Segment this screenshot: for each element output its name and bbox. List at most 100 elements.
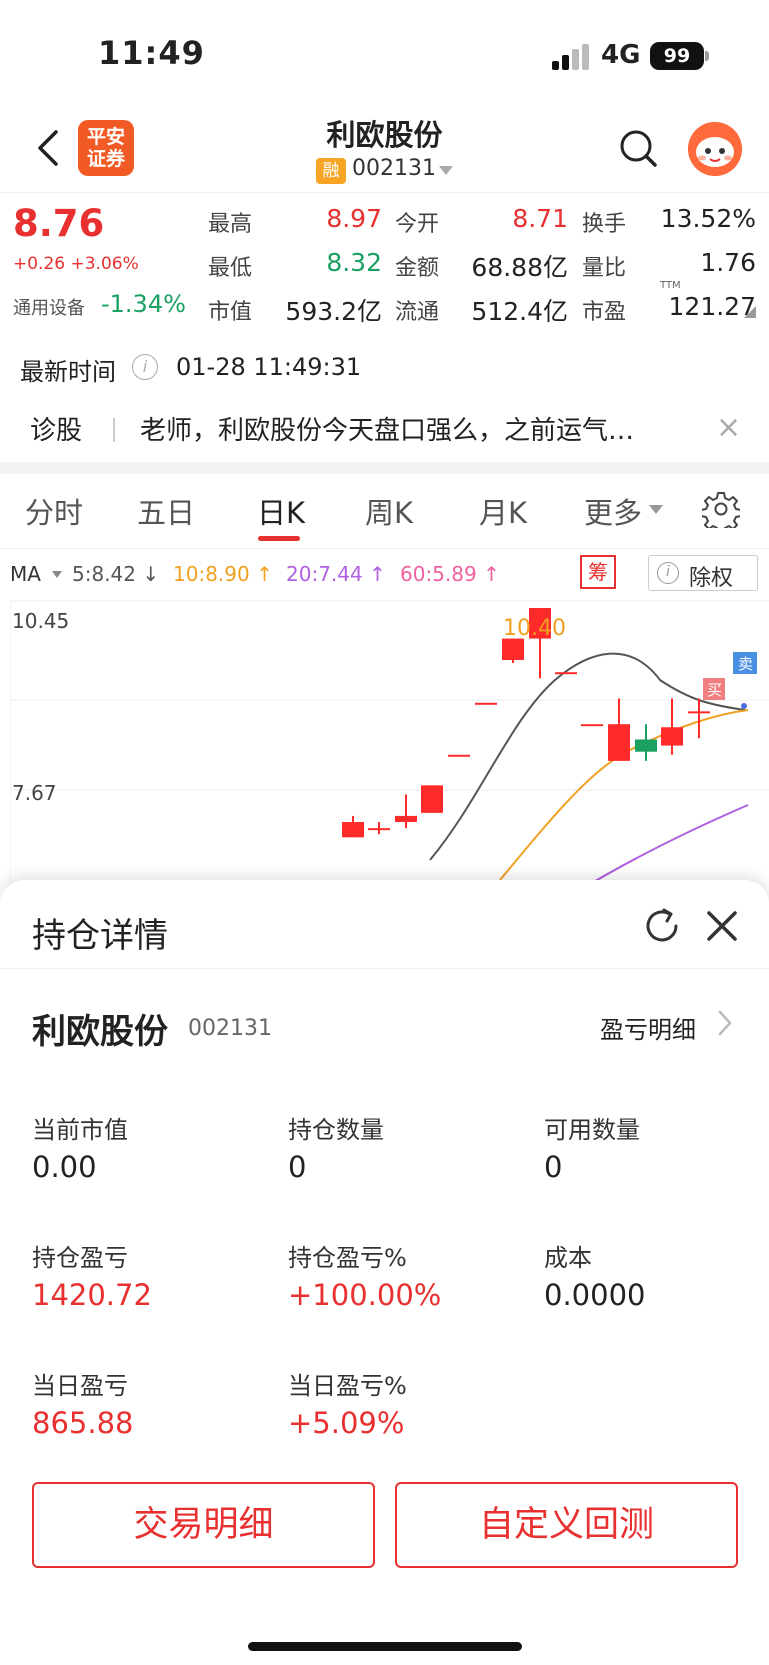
latest-time-label: 最新时间 (20, 358, 116, 386)
stat-label: 最高 (208, 212, 253, 237)
candle-body[interactable] (608, 724, 630, 761)
custom-backtest-button[interactable]: 自定义回测 (395, 1482, 738, 1568)
close-icon[interactable] (700, 904, 744, 948)
stat-label: 流通 (395, 300, 440, 325)
pnl-detail-link[interactable]: 盈亏明细 (600, 1010, 696, 1045)
stat-label: 换手 (582, 212, 627, 237)
divider (113, 418, 115, 442)
metric-value: 0 (544, 1150, 563, 1184)
metric-label: 持仓数量 (288, 1116, 384, 1144)
stock-name: 利欧股份 (32, 1012, 168, 1052)
diagnosis-label[interactable]: 诊股 (30, 410, 82, 447)
stock-code-selector[interactable]: 002131 (352, 156, 436, 181)
search-icon[interactable] (618, 128, 658, 168)
stat-value: 593.2亿 (285, 297, 382, 326)
metric-value: 1420.72 (32, 1278, 152, 1312)
metric-value: 865.88 (32, 1406, 134, 1440)
gear-icon[interactable] (702, 490, 740, 528)
metric-value: 0 (288, 1150, 307, 1184)
axis-label-mid: 7.67 (12, 781, 57, 805)
status-time: 11:49 (98, 34, 205, 72)
ma20-line (579, 804, 749, 890)
candle-body[interactable] (635, 739, 657, 752)
candle-body[interactable] (448, 754, 470, 757)
stat-value: 68.88亿 (471, 253, 568, 282)
ma5-line (429, 652, 746, 861)
current-point-dot (741, 703, 747, 709)
metric-label: 可用数量 (544, 1116, 640, 1144)
stat-label: 量比 (582, 256, 627, 281)
info-icon: i (657, 562, 679, 584)
kline-chart[interactable]: 10.45 7.67 10.40 买 卖 (10, 600, 769, 890)
stat-label: 金额 (395, 256, 440, 281)
candle-body[interactable] (581, 724, 603, 727)
price-change: +0.26 +3.06% (13, 254, 139, 274)
trade-detail-button[interactable]: 交易明细 (32, 1482, 375, 1568)
refresh-icon[interactable] (640, 904, 684, 948)
ma60-value: 60:5.89 ↑ (400, 562, 500, 586)
trade-dot (709, 753, 719, 763)
ttm-tag: TTM (660, 280, 681, 291)
divider (0, 968, 769, 969)
assistant-avatar-icon[interactable] (688, 122, 742, 176)
high-annotation: 10.40 (503, 616, 566, 641)
candle-body[interactable] (475, 702, 497, 705)
diagnosis-message[interactable]: 老师，利欧股份今天盘口强么，之前运气… (140, 410, 634, 447)
metric-value: 0.00 (32, 1150, 97, 1184)
screen: 11:49 4G 99 平安 证券 利欧股份 融 002131 8.76 +0.… (0, 0, 769, 1665)
ma-selector[interactable]: MA (10, 562, 41, 586)
position-sheet: 持仓详情 利欧股份 002131 盈亏明细 当前市值 0.00 持仓数量 0 可… (0, 880, 769, 1665)
tab-five-day[interactable]: 五日 (137, 490, 195, 532)
battery-tip (705, 51, 709, 61)
metric-label: 持仓盈亏% (288, 1244, 407, 1272)
metric-value: 0.0000 (544, 1278, 646, 1312)
ex-rights-label: 除权 (689, 566, 734, 591)
metric-label: 持仓盈亏 (32, 1244, 128, 1272)
candle-body[interactable] (502, 638, 524, 660)
stat-label: 今开 (395, 212, 440, 237)
stat-label: 市盈 (582, 300, 627, 325)
candle-body[interactable] (421, 785, 443, 813)
stat-value: 512.4亿 (471, 297, 568, 326)
stock-code: 002131 (188, 1016, 272, 1041)
tab-weekly-k[interactable]: 周K (365, 490, 413, 532)
section-gap (0, 462, 769, 474)
signal-icon (552, 44, 590, 70)
battery-icon: 99 (650, 42, 704, 70)
last-price: 8.76 (13, 202, 105, 245)
network-label: 4G (601, 40, 641, 70)
candle-body[interactable] (368, 828, 390, 831)
chevron-right-icon[interactable] (716, 1008, 734, 1038)
candle-body[interactable] (395, 815, 417, 823)
tab-more[interactable]: 更多 (584, 490, 642, 532)
metric-label: 成本 (544, 1244, 592, 1272)
stat-value: 121.27 (668, 292, 756, 321)
chevron-down-icon[interactable] (439, 166, 453, 175)
candle-body[interactable] (342, 822, 364, 838)
latest-time-value: 01-28 11:49:31 (176, 353, 362, 381)
sector-change[interactable]: -1.34% (101, 290, 186, 318)
expand-corner-icon[interactable] (744, 306, 756, 318)
chip-distribution-button[interactable]: 筹 (580, 555, 616, 589)
tab-monthly-k[interactable]: 月K (479, 490, 527, 532)
divider (0, 192, 769, 193)
ex-rights-button[interactable]: i 除权 (648, 555, 758, 591)
candle-body[interactable] (555, 672, 577, 675)
chevron-down-icon[interactable] (52, 571, 62, 578)
metric-value: +100.00% (288, 1278, 442, 1312)
candle-body[interactable] (661, 727, 683, 746)
divider (0, 548, 769, 549)
active-tab-indicator (258, 536, 300, 541)
stat-value: 8.71 (512, 204, 568, 233)
sell-marker-label: 卖 (738, 655, 753, 673)
sector-name[interactable]: 通用设备 (13, 294, 85, 320)
close-icon[interactable]: × (716, 410, 741, 445)
tab-daily-k[interactable]: 日K (257, 490, 305, 532)
stat-value: 1.76 (700, 248, 756, 277)
info-icon[interactable]: i (132, 354, 158, 380)
chevron-down-icon[interactable] (649, 505, 663, 514)
home-indicator[interactable] (248, 1642, 522, 1651)
tab-intraday[interactable]: 分时 (25, 490, 83, 532)
candle-body[interactable] (688, 711, 710, 714)
stat-value: 8.97 (326, 204, 382, 233)
